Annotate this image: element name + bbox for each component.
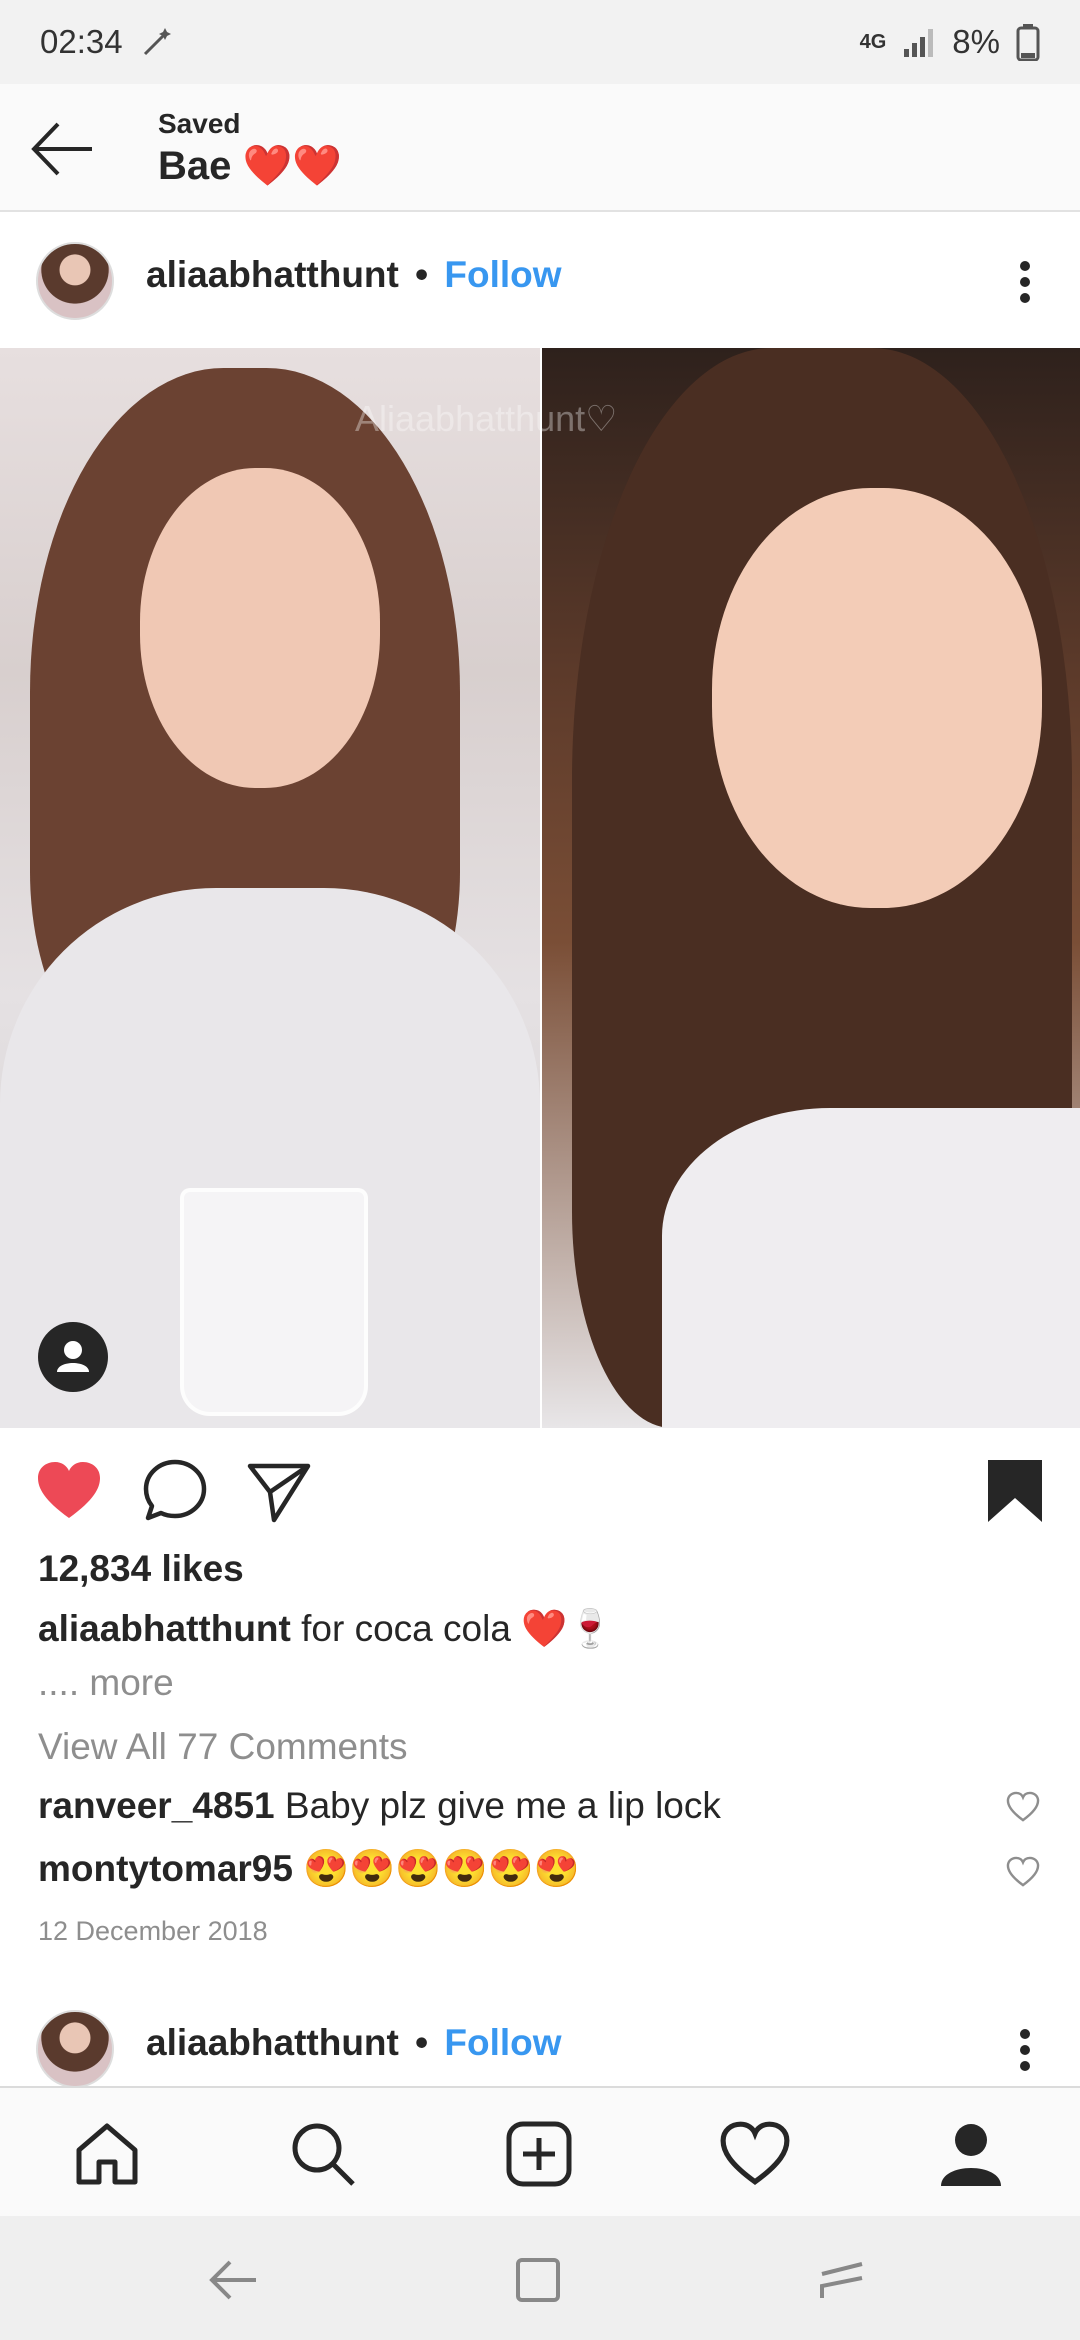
comment-username[interactable]: ranveer_4851 [38, 1785, 275, 1826]
comment-heart-icon[interactable] [1006, 1790, 1040, 1824]
post-header: aliaabhatthunt • Follow [0, 216, 1080, 346]
comment-heart-icon[interactable] [1006, 1855, 1040, 1889]
post-date: 12 December 2018 [38, 1916, 268, 1946]
view-all-comments-link[interactable]: View All 77 Comments [38, 1726, 407, 1768]
app-bar: Saved Bae ❤️❤️ [0, 84, 1080, 212]
search-icon[interactable] [287, 2118, 359, 2190]
photo-watermark: Aliaabhatthunt♡ [355, 398, 618, 439]
caption: aliaabhatthunt for coca cola ❤️🍷 [38, 1608, 1038, 1651]
photo-left-panel [0, 348, 540, 1428]
post-username[interactable]: aliaabhatthunt [146, 254, 399, 295]
profile-icon[interactable] [935, 2118, 1007, 2190]
status-bar: 02:34 4G 8% [0, 0, 1080, 84]
comment-username[interactable]: montytomar95 [38, 1848, 293, 1889]
battery-percent: 8% [952, 23, 1000, 60]
more-options-icon[interactable] [1010, 2020, 1040, 2080]
signal-icon [902, 27, 936, 57]
caption-more-link[interactable]: .... more [38, 1662, 174, 1704]
caption-text: for coca cola ❤️🍷 [301, 1608, 614, 1649]
comment-row: ranveer_4851 Baby plz give me a lip lock [38, 1785, 998, 1827]
comment-text: Baby plz give me a lip lock [284, 1785, 721, 1826]
separator-dot: • [415, 2022, 429, 2063]
bookmark-filled-icon[interactable] [980, 1456, 1050, 1526]
comment-text: 😍😍😍😍😍😍 [303, 1848, 580, 1889]
system-back-icon[interactable] [204, 2250, 264, 2310]
post-username[interactable]: aliaabhatthunt [146, 2022, 399, 2063]
post-username-line: aliaabhatthunt • Follow [146, 2022, 562, 2064]
follow-button[interactable]: Follow [444, 2022, 561, 2063]
system-recents-icon[interactable] [812, 2250, 872, 2310]
system-home-icon[interactable] [508, 2250, 568, 2310]
activity-heart-icon[interactable] [719, 2118, 791, 2190]
collection-subtitle: Saved [158, 108, 241, 139]
comment-icon[interactable] [140, 1456, 210, 1526]
photo-right-panel [540, 348, 1080, 1428]
collection-title: Bae ❤️❤️ [158, 144, 343, 188]
more-options-icon[interactable] [1010, 252, 1040, 312]
comment-row: montytomar95 😍😍😍😍😍😍 [38, 1848, 998, 1891]
separator-dot: • [415, 254, 429, 295]
post-actions [0, 1440, 1080, 1540]
glass-image [180, 1188, 368, 1416]
new-post-icon[interactable] [503, 2118, 575, 2190]
network-label: 4G [859, 30, 887, 53]
likes-count[interactable]: 12,834 likes [38, 1548, 244, 1590]
battery-icon [1016, 23, 1040, 61]
heart-filled-icon[interactable] [34, 1456, 104, 1526]
magic-wand-icon [139, 24, 175, 60]
system-navigation-bar [0, 2216, 1080, 2340]
post-username-line: aliaabhatthunt • Follow [146, 254, 562, 296]
status-time: 02:34 [40, 23, 123, 60]
post-photo[interactable]: Aliaabhatthunt♡ [0, 348, 1080, 1428]
avatar[interactable] [36, 2010, 114, 2088]
bottom-navigation [0, 2086, 1080, 2218]
follow-button[interactable]: Follow [444, 254, 561, 295]
home-icon[interactable] [71, 2118, 143, 2190]
back-arrow-icon[interactable] [28, 114, 98, 184]
caption-username[interactable]: aliaabhatthunt [38, 1608, 291, 1649]
tagged-people-icon[interactable] [38, 1322, 108, 1392]
share-icon[interactable] [244, 1456, 314, 1526]
avatar[interactable] [36, 242, 114, 320]
